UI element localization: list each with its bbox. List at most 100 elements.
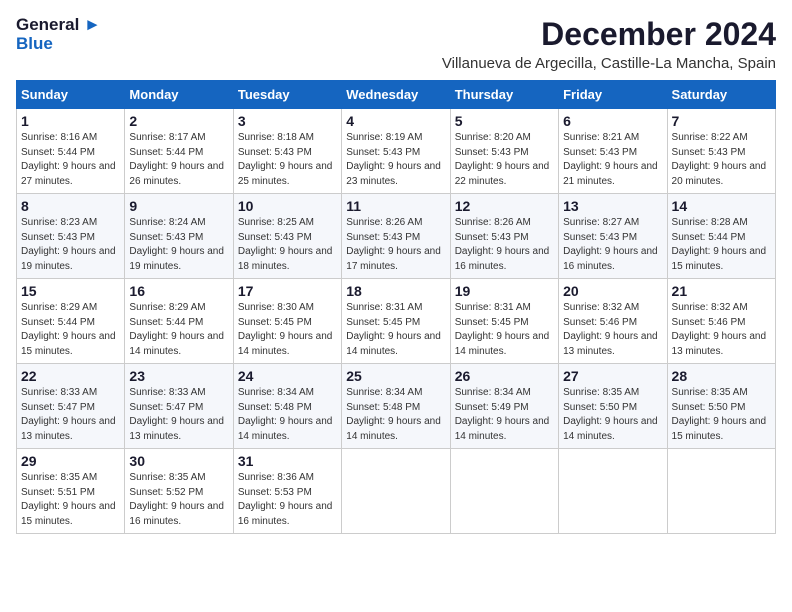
calendar-cell: 14 Sunrise: 8:28 AMSunset: 5:44 PMDayligh…	[667, 194, 775, 279]
day-number: 11	[346, 198, 445, 214]
calendar-cell: 4Sunrise: 8:19 AMSunset: 5:43 PMDaylight…	[342, 109, 450, 194]
title-block: December 2024 Villanueva de Argecilla, C…	[442, 16, 776, 72]
day-info: Sunrise: 8:20 AMSunset: 5:43 PMDaylight:…	[455, 131, 554, 189]
day-header-sunday: Sunday	[17, 81, 125, 109]
day-header-friday: Friday	[559, 81, 667, 109]
calendar-cell: 1Sunrise: 8:16 AMSunset: 5:44 PMDaylight…	[17, 109, 125, 194]
logo: General ► Blue	[16, 16, 101, 53]
day-number: 12	[455, 198, 554, 214]
calendar-table: SundayMondayTuesdayWednesdayThursdayFrid…	[16, 80, 776, 534]
day-info: Sunrise: 8:35 AMSunset: 5:52 PMDaylight:…	[129, 471, 228, 529]
day-header-monday: Monday	[125, 81, 233, 109]
day-number: 8	[21, 198, 120, 214]
calendar-cell: 16 Sunrise: 8:29 AMSunset: 5:44 PMDayligh…	[125, 279, 233, 364]
day-info: Sunrise: 8:25 AMSunset: 5:43 PMDaylight:…	[238, 216, 337, 274]
day-info: Sunrise: 8:31 AMSunset: 5:45 PMDaylight:…	[455, 301, 554, 359]
calendar-cell: 25Sunrise: 8:34 AMSunset: 5:48 PMDayligh…	[342, 364, 450, 449]
day-info: Sunrise: 8:29 AMSunset: 5:44 PMDaylight:…	[129, 301, 228, 359]
day-info: Sunrise: 8:21 AMSunset: 5:43 PMDaylight:…	[563, 131, 662, 189]
day-info: Sunrise: 8:28 AMSunset: 5:44 PMDaylight:…	[672, 216, 771, 274]
day-number: 19	[455, 283, 554, 299]
day-number: 20	[563, 283, 662, 299]
calendar-cell: 28 Sunrise: 8:35 AMSunset: 5:50 PMDayligh…	[667, 364, 775, 449]
calendar-cell: 10 Sunrise: 8:25 AMSunset: 5:43 PMDayligh…	[233, 194, 341, 279]
day-number: 4	[346, 113, 445, 129]
calendar-week-5: 29 Sunrise: 8:35 AMSunset: 5:51 PMDayligh…	[17, 449, 776, 534]
day-header-wednesday: Wednesday	[342, 81, 450, 109]
day-info: Sunrise: 8:27 AMSunset: 5:43 PMDaylight:…	[563, 216, 662, 274]
day-info: Sunrise: 8:36 AMSunset: 5:53 PMDaylight:…	[238, 471, 337, 529]
day-number: 17	[238, 283, 337, 299]
day-info: Sunrise: 8:34 AMSunset: 5:49 PMDaylight:…	[455, 386, 554, 444]
day-number: 26	[455, 368, 554, 384]
calendar-cell: 19 Sunrise: 8:31 AMSunset: 5:45 PMDayligh…	[450, 279, 558, 364]
day-info: Sunrise: 8:33 AMSunset: 5:47 PMDaylight:…	[129, 386, 228, 444]
calendar-cell	[667, 449, 775, 534]
day-number: 18	[346, 283, 445, 299]
day-info: Sunrise: 8:31 AMSunset: 5:45 PMDaylight:…	[346, 301, 445, 359]
page-header: General ► Blue December 2024 Villanueva …	[16, 16, 776, 72]
calendar-cell: 27 Sunrise: 8:35 AMSunset: 5:50 PMDayligh…	[559, 364, 667, 449]
day-number: 22	[21, 368, 120, 384]
day-number: 6	[563, 113, 662, 129]
calendar-cell	[342, 449, 450, 534]
calendar-cell: 26 Sunrise: 8:34 AMSunset: 5:49 PMDayligh…	[450, 364, 558, 449]
calendar-cell: 2Sunrise: 8:17 AMSunset: 5:44 PMDaylight…	[125, 109, 233, 194]
calendar-cell: 30Sunrise: 8:35 AMSunset: 5:52 PMDayligh…	[125, 449, 233, 534]
day-info: Sunrise: 8:23 AMSunset: 5:43 PMDaylight:…	[21, 216, 120, 274]
day-number: 31	[238, 453, 337, 469]
day-info: Sunrise: 8:32 AMSunset: 5:46 PMDaylight:…	[563, 301, 662, 359]
day-number: 13	[563, 198, 662, 214]
calendar-cell	[559, 449, 667, 534]
day-info: Sunrise: 8:32 AMSunset: 5:46 PMDaylight:…	[672, 301, 771, 359]
calendar-cell: 23Sunrise: 8:33 AMSunset: 5:47 PMDayligh…	[125, 364, 233, 449]
day-number: 14	[672, 198, 771, 214]
calendar-cell: 7 Sunrise: 8:22 AMSunset: 5:43 PMDaylight…	[667, 109, 775, 194]
calendar-cell: 21 Sunrise: 8:32 AMSunset: 5:46 PMDayligh…	[667, 279, 775, 364]
day-header-saturday: Saturday	[667, 81, 775, 109]
day-number: 1	[21, 113, 120, 129]
day-info: Sunrise: 8:24 AMSunset: 5:43 PMDaylight:…	[129, 216, 228, 274]
calendar-week-1: 1Sunrise: 8:16 AMSunset: 5:44 PMDaylight…	[17, 109, 776, 194]
calendar-cell: 17 Sunrise: 8:30 AMSunset: 5:45 PMDayligh…	[233, 279, 341, 364]
subtitle: Villanueva de Argecilla, Castille-La Man…	[442, 55, 776, 72]
day-info: Sunrise: 8:22 AMSunset: 5:43 PMDaylight:…	[672, 131, 771, 189]
day-info: Sunrise: 8:34 AMSunset: 5:48 PMDaylight:…	[238, 386, 337, 444]
calendar-cell: 13 Sunrise: 8:27 AMSunset: 5:43 PMDayligh…	[559, 194, 667, 279]
day-info: Sunrise: 8:18 AMSunset: 5:43 PMDaylight:…	[238, 131, 337, 189]
day-header-tuesday: Tuesday	[233, 81, 341, 109]
day-number: 16	[129, 283, 228, 299]
day-info: Sunrise: 8:29 AMSunset: 5:44 PMDaylight:…	[21, 301, 120, 359]
calendar-cell: 29 Sunrise: 8:35 AMSunset: 5:51 PMDayligh…	[17, 449, 125, 534]
day-info: Sunrise: 8:35 AMSunset: 5:50 PMDaylight:…	[672, 386, 771, 444]
day-info: Sunrise: 8:26 AMSunset: 5:43 PMDaylight:…	[346, 216, 445, 274]
calendar-week-2: 8 Sunrise: 8:23 AMSunset: 5:43 PMDaylight…	[17, 194, 776, 279]
day-info: Sunrise: 8:35 AMSunset: 5:50 PMDaylight:…	[563, 386, 662, 444]
calendar-cell: 6 Sunrise: 8:21 AMSunset: 5:43 PMDaylight…	[559, 109, 667, 194]
calendar-cell: 11 Sunrise: 8:26 AMSunset: 5:43 PMDayligh…	[342, 194, 450, 279]
day-number: 21	[672, 283, 771, 299]
day-number: 29	[21, 453, 120, 469]
calendar-cell: 9 Sunrise: 8:24 AMSunset: 5:43 PMDaylight…	[125, 194, 233, 279]
day-info: Sunrise: 8:35 AMSunset: 5:51 PMDaylight:…	[21, 471, 120, 529]
day-info: Sunrise: 8:34 AMSunset: 5:48 PMDaylight:…	[346, 386, 445, 444]
calendar-cell: 24Sunrise: 8:34 AMSunset: 5:48 PMDayligh…	[233, 364, 341, 449]
calendar-cell: 3 Sunrise: 8:18 AMSunset: 5:43 PMDaylight…	[233, 109, 341, 194]
day-number: 9	[129, 198, 228, 214]
calendar-cell: 31 Sunrise: 8:36 AMSunset: 5:53 PMDayligh…	[233, 449, 341, 534]
day-number: 28	[672, 368, 771, 384]
calendar-cell: 15 Sunrise: 8:29 AMSunset: 5:44 PMDayligh…	[17, 279, 125, 364]
calendar-week-3: 15 Sunrise: 8:29 AMSunset: 5:44 PMDayligh…	[17, 279, 776, 364]
calendar-cell: 8 Sunrise: 8:23 AMSunset: 5:43 PMDaylight…	[17, 194, 125, 279]
calendar-cell: 22 Sunrise: 8:33 AMSunset: 5:47 PMDayligh…	[17, 364, 125, 449]
day-info: Sunrise: 8:26 AMSunset: 5:43 PMDaylight:…	[455, 216, 554, 274]
day-info: Sunrise: 8:33 AMSunset: 5:47 PMDaylight:…	[21, 386, 120, 444]
day-info: Sunrise: 8:30 AMSunset: 5:45 PMDaylight:…	[238, 301, 337, 359]
day-number: 3	[238, 113, 337, 129]
day-number: 27	[563, 368, 662, 384]
main-title: December 2024	[442, 16, 776, 53]
calendar-week-4: 22 Sunrise: 8:33 AMSunset: 5:47 PMDayligh…	[17, 364, 776, 449]
day-number: 15	[21, 283, 120, 299]
day-number: 10	[238, 198, 337, 214]
day-number: 7	[672, 113, 771, 129]
